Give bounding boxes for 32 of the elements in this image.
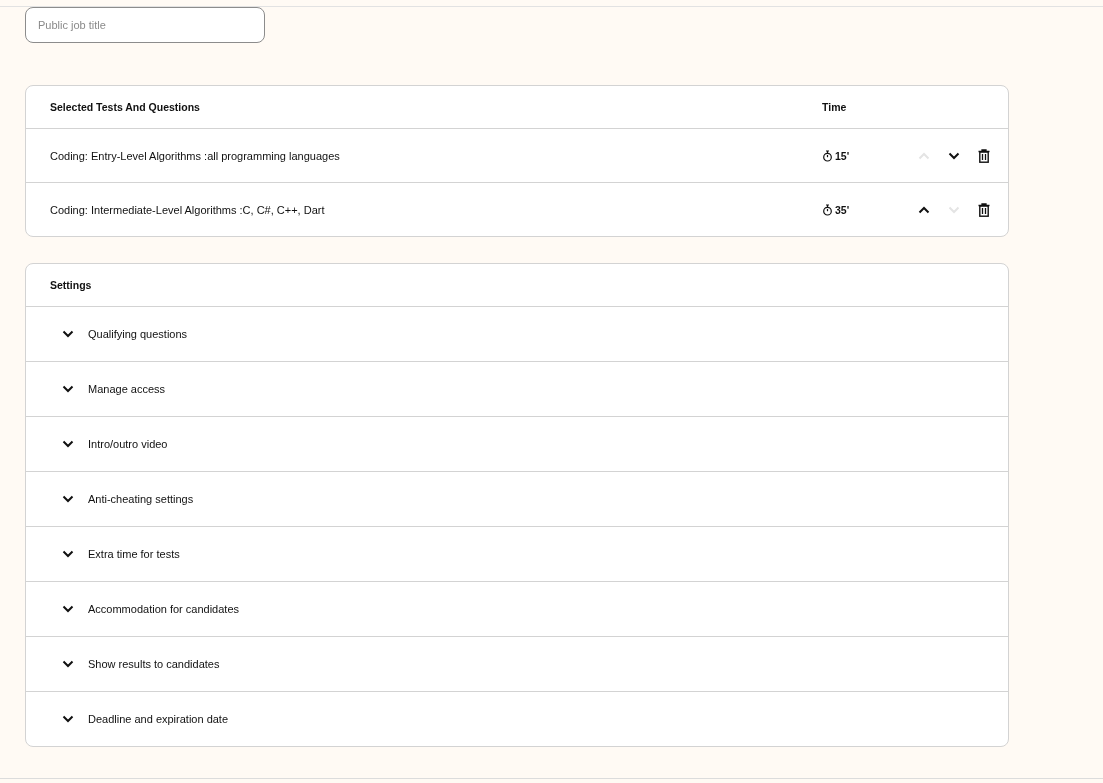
setting-label[interactable]: Show results to candidates xyxy=(88,658,220,670)
setting-label[interactable]: Qualifying questions xyxy=(88,328,188,340)
test-name: Coding: Intermediate-Level Algorithms :C, C#, C++, Dart xyxy=(50,203,326,216)
chevron-down-icon xyxy=(62,440,74,448)
column-header: Selected Tests And Questions xyxy=(50,101,201,113)
trash-icon xyxy=(978,202,990,217)
test-duration: 35' xyxy=(835,203,850,216)
chevron-down-icon xyxy=(62,385,74,393)
chevron-down-icon xyxy=(948,151,960,160)
chevron-down-icon xyxy=(62,550,74,558)
stopwatch-icon xyxy=(822,149,833,162)
setting-label[interactable]: Intro/outro video xyxy=(88,438,168,450)
chevron-down-icon xyxy=(62,495,74,503)
stopwatch-icon xyxy=(822,203,833,216)
chevron-down-icon xyxy=(948,205,960,214)
chevron-down-icon xyxy=(62,605,74,613)
job-title-field[interactable]: Public job title xyxy=(25,7,265,43)
test-duration: 15' xyxy=(835,149,850,162)
trash-icon xyxy=(978,148,990,163)
setting-label[interactable]: Deadline and expiration date xyxy=(88,713,229,725)
chevron-down-icon xyxy=(62,330,74,338)
chevron-down-icon xyxy=(62,660,74,668)
column-header: Time xyxy=(822,101,848,113)
setting-label[interactable]: Accommodation for candidates xyxy=(88,603,240,615)
test-name: Coding: Entry-Level Algorithms :all programming languages xyxy=(50,149,341,162)
setting-label[interactable]: Anti-cheating settings xyxy=(88,493,194,505)
chevron-up-icon xyxy=(918,205,930,214)
section-title: Settings xyxy=(50,279,92,291)
setting-label[interactable]: Extra time for tests xyxy=(88,548,180,560)
chevron-up-icon xyxy=(918,151,930,160)
chevron-down-icon xyxy=(62,715,74,723)
setting-label[interactable]: Manage access xyxy=(88,383,166,395)
